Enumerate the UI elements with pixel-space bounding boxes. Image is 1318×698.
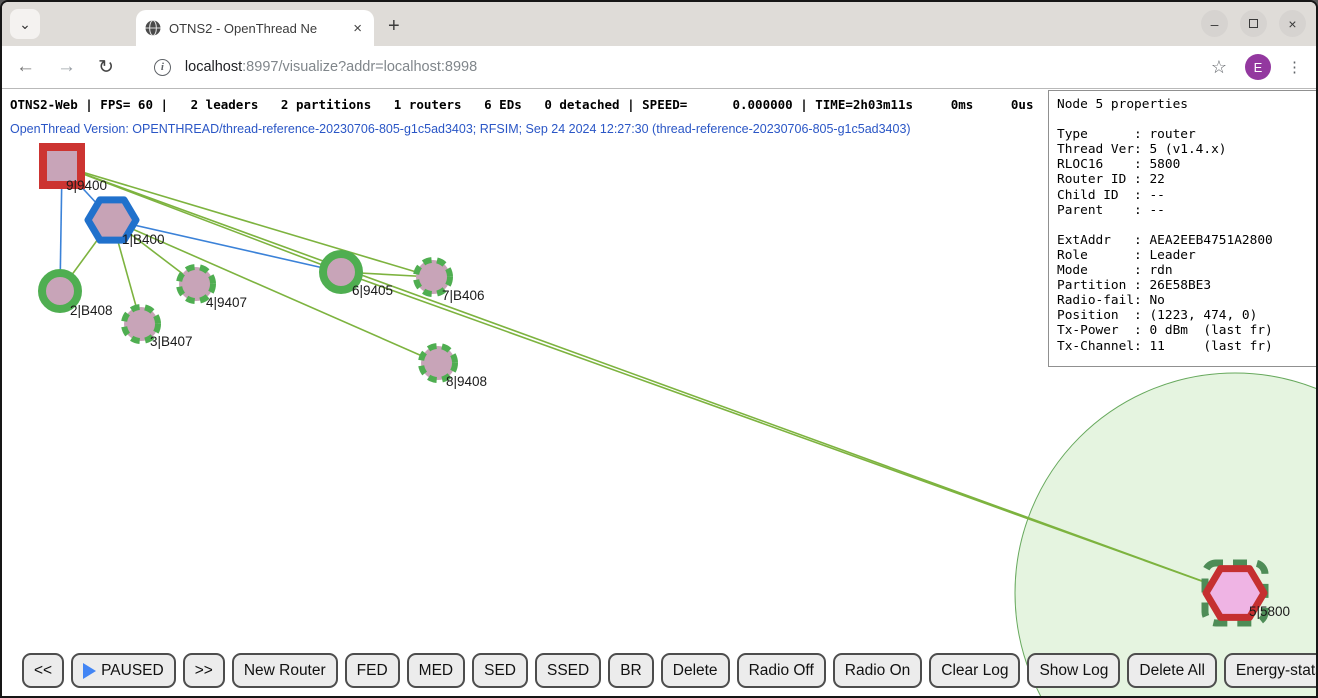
tab-title: OTNS2 - OpenThread Ne [169,21,349,36]
node-label-9: 9|9400 [66,178,107,193]
br-button[interactable]: BR [608,653,654,688]
radio-off-button[interactable]: Radio Off [737,653,826,688]
globe-favicon-icon [144,19,162,37]
clear-log-button[interactable]: Clear Log [929,653,1020,688]
delete-button[interactable]: Delete [661,653,730,688]
browser-tab[interactable]: OTNS2 - OpenThread Ne × [136,10,374,46]
profile-avatar[interactable]: E [1245,54,1271,80]
node-label-3: 3|B407 [150,334,193,349]
maximize-button[interactable] [1240,10,1267,37]
sed-button[interactable]: SED [472,653,528,688]
energy-stats-button[interactable]: Energy-stats ↗ [1224,653,1316,688]
node-label-4: 4|9407 [206,295,247,310]
minimize-button[interactable]: – [1201,10,1228,37]
delete-all-button[interactable]: Delete All [1127,653,1216,688]
browser-toolbar: ← → ↻ i localhost:8997/visualize?addr=lo… [2,46,1316,88]
play-paused-button[interactable]: PAUSED [71,653,176,688]
node-label-7: 7|B406 [442,288,485,303]
title-bar: ⌄ OTNS2 - OpenThread Ne × + – × [2,2,1316,46]
url-path: :8997/visualize?addr=localhost:8998 [242,59,477,75]
tab-search-button[interactable]: ⌄ [10,9,40,39]
node-label-1: 1|B400 [122,232,165,247]
node-label-5: 5|5800 [1249,604,1290,619]
bookmark-star-icon[interactable]: ☆ [1211,57,1227,78]
maximize-icon [1249,19,1258,28]
node-label-2: 2|B408 [70,303,113,318]
play-icon [83,663,96,679]
fast-forward-button[interactable]: >> [183,653,225,688]
address-bar[interactable]: localhost:8997/visualize?addr=localhost:… [185,59,1211,75]
window-controls: – × [1201,10,1306,37]
rewind-button[interactable]: << [22,653,64,688]
radio-on-button[interactable]: Radio On [833,653,922,688]
url-host: localhost [185,59,242,75]
refresh-icon[interactable]: ↻ [98,56,114,79]
new-tab-button[interactable]: + [388,15,400,38]
control-button-row: <<PAUSED>>New RouterFEDMEDSEDSSEDBRDelet… [22,653,1316,688]
node-label-6: 6|9405 [352,283,393,298]
close-button[interactable]: × [1279,10,1306,37]
new-router-button[interactable]: New Router [232,653,338,688]
fed-button[interactable]: FED [345,653,400,688]
show-log-button[interactable]: Show Log [1027,653,1120,688]
back-icon[interactable]: ← [16,56,35,78]
node-properties-panel: Node 5 properties Type : router Thread V… [1048,90,1316,367]
node-label-8: 8|9408 [446,374,487,389]
simulator-canvas: 9|9400 1|B400 2|B408 3|B407 4|9407 6|9405 7|B4… [2,88,1316,698]
tab-close-icon[interactable]: × [349,20,366,37]
properties-title: Node 5 properties [1057,97,1188,112]
ssed-button[interactable]: SSED [535,653,601,688]
forward-icon[interactable]: → [57,56,76,78]
med-button[interactable]: MED [407,653,465,688]
status-bar: OTNS2-Web | FPS= 60 | 2 leaders 2 partit… [10,97,1034,112]
radio-range-circle [1015,373,1316,698]
browser-window: ⌄ OTNS2 - OpenThread Ne × + – × ← → ↻ i … [0,0,1318,698]
site-info-icon[interactable]: i [154,59,171,76]
menu-kebab-icon[interactable]: ⋮ [1287,65,1302,70]
version-line: OpenThread Version: OPENTHREAD/thread-re… [10,122,911,136]
